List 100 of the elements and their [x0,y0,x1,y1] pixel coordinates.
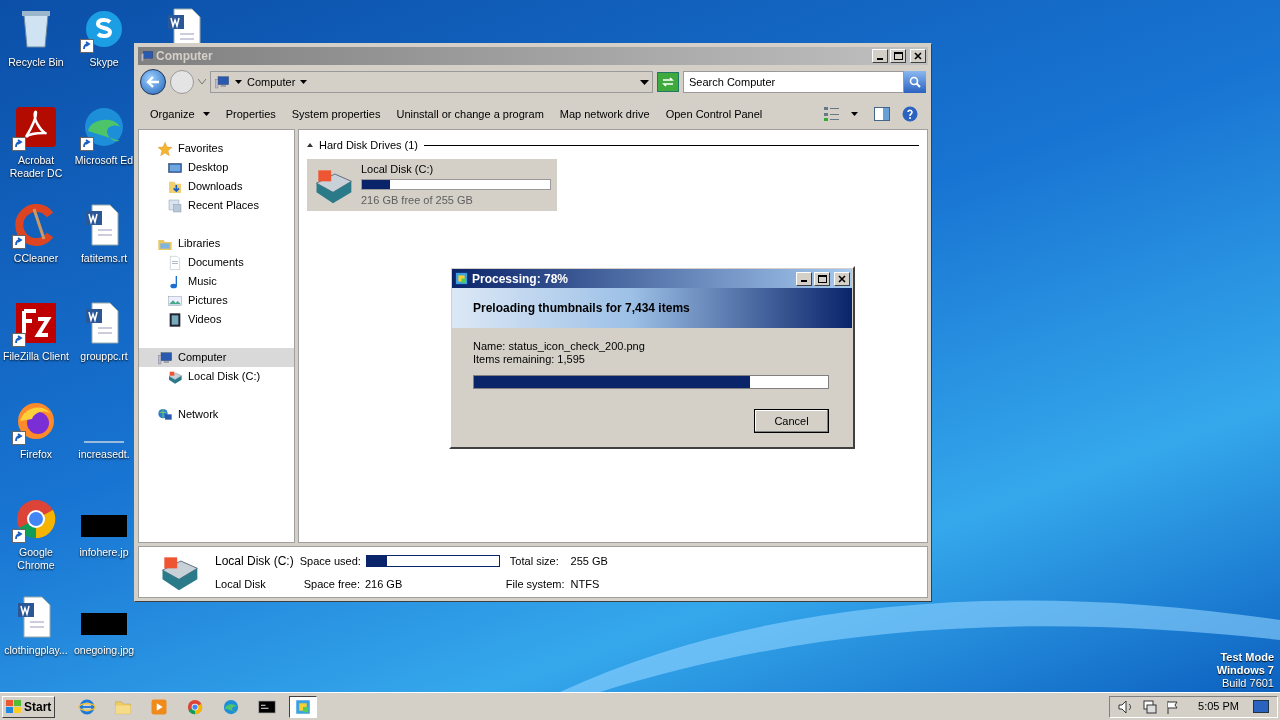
help-icon[interactable] [902,106,918,122]
nav-item[interactable]: Videos [139,310,294,329]
nav-item[interactable]: Recent Places [139,196,294,215]
nav-item[interactable]: Documents [139,253,294,272]
back-arrow-icon [146,76,160,88]
nav-item[interactable]: Favorites [139,139,294,158]
details-name: Local Disk (C:) [215,552,294,570]
group-header[interactable]: Hard Disk Drives (1) [319,137,418,154]
desktop-icon-label[interactable]: Firefox [19,448,53,461]
view-options-icon[interactable] [823,106,841,122]
image-thumbnail-icon [81,515,127,537]
file-system-label: File system: [505,576,565,592]
computer-icon [214,74,230,90]
drive-name: Local Disk (C:) [361,161,435,177]
desktop-icon-label[interactable]: infohere.jp [79,546,129,559]
nav-item[interactable]: Libraries [139,234,294,253]
refresh-arrows-icon [661,77,675,87]
chrome-icon [186,697,205,716]
desktop-icon-label[interactable]: Skype [89,56,119,69]
test-mode-text: Build 7601 [1222,677,1274,690]
maximize-button[interactable] [890,49,906,63]
minimize-button[interactable] [796,271,812,286]
details-type: Local Disk [215,576,267,592]
clock[interactable]: 5:05 PM [1198,698,1239,715]
desktop-icon-label[interactable]: Acrobat Reader DC [0,154,72,180]
line-icon [84,441,124,443]
desktop-icon-label[interactable]: FileZilla Client [3,350,69,363]
dropdown-caret-icon[interactable] [640,79,649,85]
maximize-icon [893,52,903,60]
start-button[interactable]: Start [2,695,56,718]
computer-icon [157,349,173,366]
minimize-button[interactable] [872,49,888,63]
title-bar: Computer [138,47,928,65]
nav-item[interactable]: Downloads [139,177,294,196]
windows-logo-icon [6,699,22,714]
nav-item[interactable]: Computer [139,348,294,367]
videos-icon [167,311,183,328]
flag-icon[interactable] [1166,699,1181,714]
file-system-value: NTFS [570,576,601,592]
space-used-label: Space used: [299,553,361,569]
app-icon [294,697,313,716]
toolbar-button[interactable]: Organize [142,102,218,126]
history-caret-icon[interactable] [198,79,206,85]
desktop-icon-label[interactable]: Microsoft Ed [74,154,134,167]
nav-item[interactable]: Network [139,405,294,424]
ie-icon [78,697,97,716]
recent-icon [167,197,183,214]
view-caret-icon[interactable] [851,112,858,116]
taskbar-app-button[interactable] [289,695,318,718]
preview-pane-icon[interactable] [874,107,890,121]
toolbar-button[interactable]: Properties [217,102,284,126]
refresh-button[interactable] [657,72,679,92]
caret-icon [202,112,210,116]
collapse-caret-icon[interactable] [307,143,313,148]
toolbar-button[interactable]: Uninstall or change a program [388,102,552,126]
search-field[interactable]: Search Computer [683,71,904,93]
status-text: Items remaining: 1,595 [473,353,586,366]
address-bar[interactable]: Computer [210,71,653,93]
search-button[interactable] [904,71,926,93]
nav-item[interactable]: Desktop [139,158,294,177]
edge-icon [222,697,241,716]
desktop-icon-label[interactable]: Recycle Bin [8,56,64,69]
close-button[interactable] [910,49,926,63]
cancel-button[interactable]: Cancel [754,409,829,433]
toolbar-button[interactable]: Map network drive [551,102,658,126]
test-mode-text: Test Mode [1220,651,1274,664]
desktop-icon-label[interactable]: clothingplay... [4,644,68,657]
toolbar-button[interactable]: System properties [283,102,389,126]
drive-free-text: 216 GB free of 255 GB [361,193,474,208]
minimize-icon [877,57,883,60]
caret-icon[interactable] [300,80,308,84]
desktop-icon-label[interactable]: increasedt. [78,448,130,461]
back-button[interactable] [140,69,166,95]
close-button[interactable] [834,271,850,286]
maximize-icon [817,274,827,283]
desktop-icon-label[interactable]: CCleaner [13,252,59,265]
image-thumbnail-icon [81,613,127,635]
app-icon [454,271,469,286]
caret-icon[interactable] [235,80,242,84]
nav-item[interactable]: Music [139,272,294,291]
close-icon [838,274,846,283]
maximize-button[interactable] [814,271,830,286]
nav-item[interactable]: Local Disk (C:) [139,367,294,386]
desktop-icon-label[interactable]: Google Chrome [0,546,72,572]
show-desktop-icon[interactable] [1253,699,1269,714]
media-icon [150,697,169,716]
dialog-title-bar: Processing: 78% [452,269,852,288]
cmd-icon [258,697,277,716]
nav-item[interactable]: Pictures [139,291,294,310]
total-size-value: 255 GB [570,553,608,569]
minimize-icon [801,280,807,282]
test-mode-text: Windows 7 [1216,664,1274,677]
network-icon[interactable] [1142,699,1159,714]
desktop-icon-label[interactable]: grouppc.rt [80,350,128,363]
desktop-icon-label[interactable]: fatitems.rt [80,252,128,265]
total-size-label: Total size: [509,553,560,569]
computer-icon [140,49,154,63]
toolbar-button[interactable]: Open Control Panel [657,102,771,126]
drive-tile[interactable]: Local Disk (C:) 216 GB free of 255 GB [307,158,557,211]
dialog-header: Preloading thumbnails for 7,434 items [452,288,852,328]
